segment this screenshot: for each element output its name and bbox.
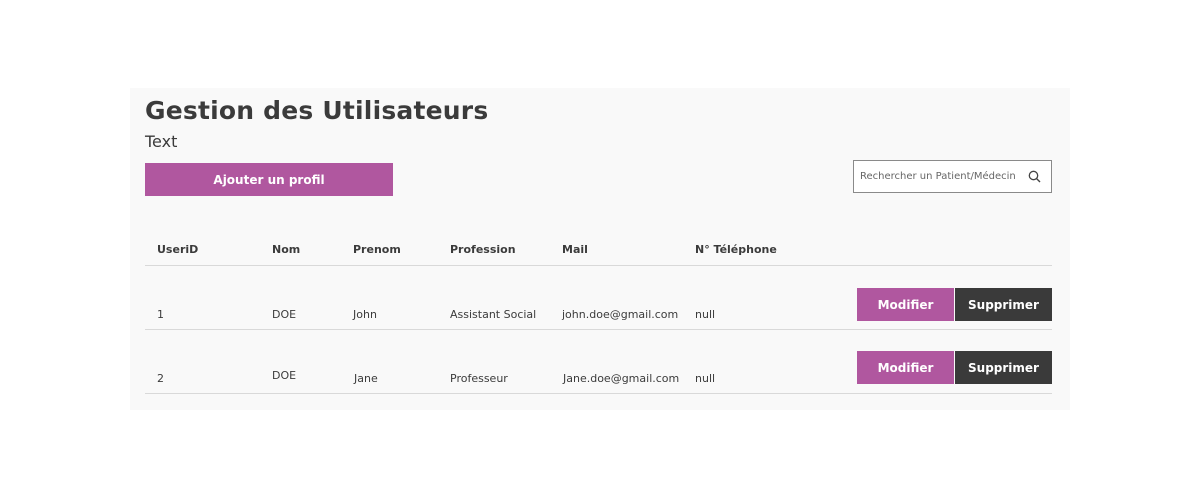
search-input[interactable] bbox=[854, 161, 1024, 192]
add-profile-button[interactable]: Ajouter un profil bbox=[145, 163, 393, 196]
column-header-prenom: Prenom bbox=[353, 243, 401, 256]
column-header-mail: Mail bbox=[562, 243, 588, 256]
page-subtitle: Text bbox=[145, 132, 178, 151]
cell-profession: Professeur bbox=[450, 372, 508, 385]
header-divider bbox=[145, 265, 1052, 266]
cell-mail: john.doe@gmail.com bbox=[562, 308, 679, 321]
cell-profession: Assistant Social bbox=[450, 308, 537, 321]
cell-prenom: Jane bbox=[354, 372, 378, 385]
column-header-userid: UseriD bbox=[157, 243, 199, 256]
cell-telephone: null bbox=[695, 372, 716, 385]
column-header-telephone: N° Téléphone bbox=[695, 243, 777, 256]
cell-nom: DOE bbox=[272, 369, 297, 382]
cell-prenom: John bbox=[353, 308, 377, 321]
delete-button[interactable]: Supprimer bbox=[955, 288, 1052, 321]
cell-userid: 2 bbox=[157, 372, 164, 385]
cell-telephone: null bbox=[695, 308, 716, 321]
page-title: Gestion des Utilisateurs bbox=[145, 96, 489, 125]
cell-userid: 1 bbox=[157, 308, 164, 321]
modify-button[interactable]: Modifier bbox=[857, 288, 954, 321]
search-box[interactable] bbox=[853, 160, 1052, 193]
user-management-panel: Gestion des Utilisateurs Text Ajouter un… bbox=[130, 88, 1070, 410]
cell-mail: Jane.doe@gmail.com bbox=[563, 372, 680, 385]
search-icon[interactable] bbox=[1024, 167, 1044, 187]
row-divider bbox=[145, 393, 1052, 394]
delete-button[interactable]: Supprimer bbox=[955, 351, 1052, 384]
row-divider bbox=[145, 329, 1052, 330]
column-header-nom: Nom bbox=[272, 243, 301, 256]
cell-nom: DOE bbox=[272, 308, 297, 321]
modify-button[interactable]: Modifier bbox=[857, 351, 954, 384]
column-header-profession: Profession bbox=[450, 243, 516, 256]
